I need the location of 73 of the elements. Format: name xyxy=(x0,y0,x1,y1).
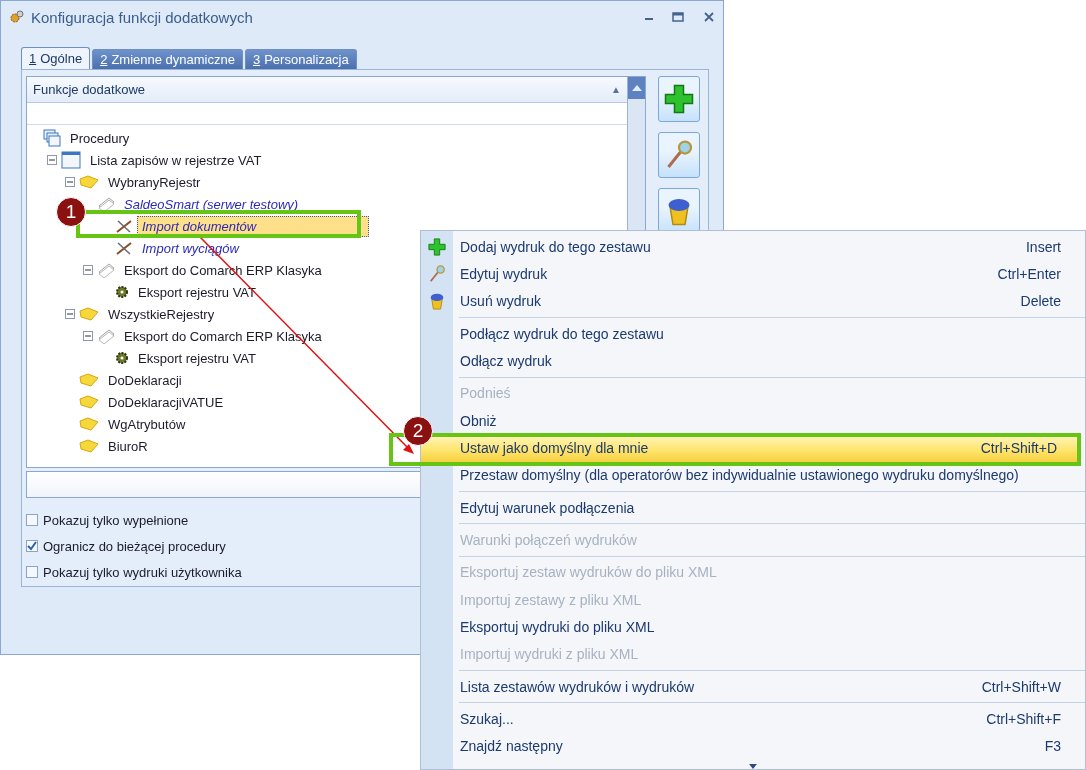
folder-icon xyxy=(79,395,99,409)
checkbox-label: Pokazuj tylko wypełnione xyxy=(43,512,189,528)
plus-icon xyxy=(664,84,694,114)
menu-item[interactable]: Lista zestawów wydruków i wydruków Ctrl+Shift+W xyxy=(421,673,1085,701)
pages-icon xyxy=(97,196,115,212)
checkbox[interactable] xyxy=(26,540,38,552)
trash-bin-icon xyxy=(428,292,446,311)
tree-item[interactable]: SaldeoSmart (serwer testowy) xyxy=(119,193,304,215)
shortcut-text: F3 xyxy=(1044,738,1061,755)
menu-item[interactable]: Edytuj warunek podłączenia xyxy=(421,494,1085,522)
folder-icon xyxy=(79,439,99,453)
collapse-icon[interactable] xyxy=(83,265,93,275)
tree-item[interactable]: DoDeklaracjiVATUE xyxy=(103,391,229,413)
tab[interactable]: 3 Personalizacja xyxy=(244,49,357,69)
scroll-up-icon[interactable] xyxy=(631,85,642,91)
gear-icon xyxy=(115,351,129,365)
menu-item[interactable]: Przestaw domyślny (dla operatorów bez indywidualnie ustawionego wydruku domyślnego) xyxy=(421,461,1085,490)
shortcut-text: Ctrl+Shift+W xyxy=(981,678,1061,695)
menu-item[interactable]: Szukaj... Ctrl+Shift+F xyxy=(421,705,1085,733)
shortcut-text: Delete xyxy=(1020,293,1061,310)
pages-icon xyxy=(97,328,115,344)
more-arrow-icon[interactable] xyxy=(749,764,757,770)
tree-item[interactable]: Eksport rejestru VAT xyxy=(133,347,261,369)
tools-icon xyxy=(115,218,133,234)
close-icon[interactable] xyxy=(703,11,715,23)
magnifier-icon xyxy=(428,265,446,284)
checkbox[interactable] xyxy=(26,566,38,578)
plus-icon xyxy=(428,237,446,256)
menu-item[interactable]: Podłącz wydruk do tego zestawu xyxy=(421,320,1085,348)
shortcut-text: Insert xyxy=(1026,238,1061,255)
menu-item[interactable]: Usuń wydruk Delete xyxy=(421,287,1085,316)
tree-item[interactable]: DoDeklaracji xyxy=(103,369,187,391)
window-title: Konfiguracja funkcji dodatkowych xyxy=(31,8,254,26)
tab[interactable]: 2 Zmienne dynamiczne xyxy=(92,49,243,69)
folder-icon xyxy=(79,307,99,321)
edit-button[interactable] xyxy=(658,132,700,178)
tree-item[interactable]: BiuroR xyxy=(103,435,153,457)
folder-icon xyxy=(79,175,99,189)
windows-icon xyxy=(43,129,61,147)
menu-item[interactable]: Znajdź następny F3 xyxy=(421,732,1085,761)
column-header[interactable]: Funkcje dodatkowe ▲ xyxy=(27,77,627,103)
window-icon xyxy=(61,151,81,169)
header-text: Funkcje dodatkowe xyxy=(33,82,145,97)
tree-item[interactable]: Eksport rejestru VAT xyxy=(133,281,261,303)
pages-icon xyxy=(97,262,115,278)
checkbox-label: Pokazuj tylko wydruki użytkownika xyxy=(43,564,242,580)
shortcut-text: Ctrl+Shift+D xyxy=(980,440,1057,457)
shortcut-text: Ctrl+Enter xyxy=(997,266,1061,283)
maximize-icon[interactable] xyxy=(671,11,685,23)
menu-item[interactable]: Odłącz wydruk xyxy=(421,347,1085,375)
collapse-icon[interactable] xyxy=(65,309,75,319)
menu-item[interactable]: Dodaj wydruk do tego zestawu Insert xyxy=(421,233,1085,261)
add-button[interactable] xyxy=(658,76,700,122)
collapse-icon[interactable] xyxy=(47,155,57,165)
folder-icon xyxy=(79,373,99,387)
menu-item[interactable]: Edytuj wydruk Ctrl+Enter xyxy=(421,260,1085,288)
tab[interactable]: 1 Ogólne xyxy=(21,47,91,69)
collapse-icon[interactable] xyxy=(83,331,93,341)
gears-icon xyxy=(9,9,25,25)
tree-item[interactable]: WgAtrybutów xyxy=(103,413,191,435)
tools-icon xyxy=(115,240,133,256)
shortcut-text: Ctrl+Shift+F xyxy=(986,711,1061,728)
checkbox[interactable] xyxy=(26,514,38,526)
tree-item[interactable]: Procedury xyxy=(65,127,135,149)
menu-item[interactable]: Eksportuj wydruki do pliku XML xyxy=(421,613,1085,641)
sort-arrow: ▲ xyxy=(611,84,621,95)
tree-item[interactable]: Lista zapisów w rejestrze VAT xyxy=(85,149,267,171)
tree-item[interactable]: WszystkieRejestry xyxy=(103,303,220,325)
checkbox-label: Ogranicz do bieżącej procedury xyxy=(43,538,226,554)
collapse-icon[interactable] xyxy=(65,177,75,187)
tree-item[interactable]: WybranyRejestr xyxy=(103,171,206,193)
folder-icon xyxy=(79,417,99,431)
gear-icon xyxy=(115,285,129,299)
